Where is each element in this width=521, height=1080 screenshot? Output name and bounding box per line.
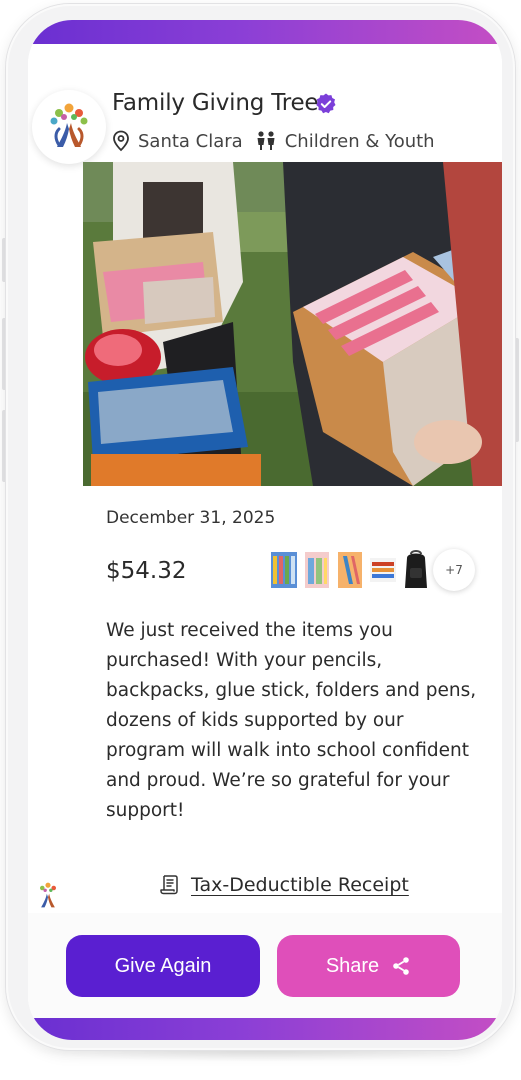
- share-button[interactable]: Share: [277, 935, 460, 997]
- give-again-button[interactable]: Give Again: [66, 935, 260, 997]
- org-category: Children & Youth: [284, 130, 435, 152]
- top-gradient-bar: [28, 20, 502, 44]
- purchased-items[interactable]: +7: [266, 546, 475, 594]
- more-items-badge[interactable]: +7: [433, 549, 475, 591]
- post-date: December 31, 2025: [106, 508, 276, 528]
- tree-logo-icon: [50, 103, 88, 147]
- app-screen: Family Giving Tree Santa Clara Children …: [28, 20, 502, 1040]
- org-name[interactable]: Family Giving Tree: [112, 90, 319, 116]
- tax-receipt-label[interactable]: Tax-Deductible Receipt: [191, 874, 409, 896]
- post-message: We just received the items you purchased…: [106, 620, 477, 821]
- org-header: Family Giving Tree Santa Clara Children …: [28, 44, 502, 178]
- phone-frame: Family Giving Tree Santa Clara Children …: [6, 4, 515, 1050]
- donation-amount: $54.32: [106, 558, 187, 584]
- action-bar: Give Again Share: [28, 913, 502, 1018]
- share-icon: [393, 957, 409, 975]
- org-meta: Santa Clara Children & Youth: [112, 128, 447, 154]
- org-location: Santa Clara: [138, 130, 243, 152]
- mini-org-logo: [28, 876, 68, 916]
- tree-logo-icon: [40, 882, 56, 908]
- item-thumbnail[interactable]: [269, 548, 299, 592]
- item-thumbnail[interactable]: [368, 548, 398, 592]
- people-icon: [257, 131, 275, 150]
- tax-receipt-link[interactable]: Tax-Deductible Receipt: [159, 874, 409, 896]
- bottom-gradient-bar: [28, 1018, 502, 1040]
- verified-badge-icon: [316, 93, 336, 114]
- post-photo-image: [83, 162, 502, 486]
- share-label: Share: [325, 954, 380, 977]
- post-card: December 31, 2025 $54.32 +7 We just rece…: [83, 162, 502, 922]
- post-photo[interactable]: [83, 162, 502, 486]
- item-thumbnail[interactable]: [302, 548, 332, 592]
- give-again-label: Give Again: [114, 954, 212, 977]
- org-logo[interactable]: [32, 90, 106, 164]
- item-thumbnail[interactable]: [401, 548, 431, 592]
- item-thumbnail[interactable]: [335, 548, 365, 592]
- receipt-icon: [160, 875, 178, 895]
- location-pin-icon: [113, 130, 129, 152]
